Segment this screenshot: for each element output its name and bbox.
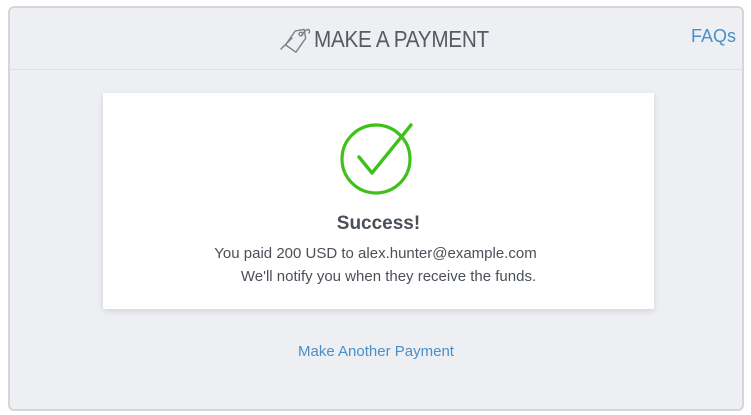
success-heading: Success! [336, 213, 421, 234]
panel-header: MAKE A PAYMENT FAQs [10, 8, 742, 70]
paid-currency: USD [305, 245, 338, 262]
payment-panel: MAKE A PAYMENT FAQs Success! You paid 20… [8, 6, 744, 411]
payment-summary: You paid 200 USD to alex.hunter@example.… [103, 245, 654, 262]
check-circle-icon [339, 115, 419, 195]
recipient-email: alex.hunter@example.com [358, 245, 537, 262]
paid-prefix: You paid [214, 245, 273, 262]
price-tag-icon [276, 23, 312, 55]
success-card: Success! You paid 200 USD to alex.hunter… [103, 93, 654, 309]
page-title: MAKE A PAYMENT [314, 25, 489, 52]
make-another-payment-link[interactable]: Make Another Payment [10, 343, 742, 360]
paid-amount: 200 [276, 245, 302, 262]
notify-message: We'll notify you when they receive the f… [240, 268, 537, 285]
faqs-link[interactable]: FAQs [691, 26, 736, 47]
page-title-group: MAKE A PAYMENT [276, 22, 508, 56]
paid-to: to [341, 245, 354, 262]
